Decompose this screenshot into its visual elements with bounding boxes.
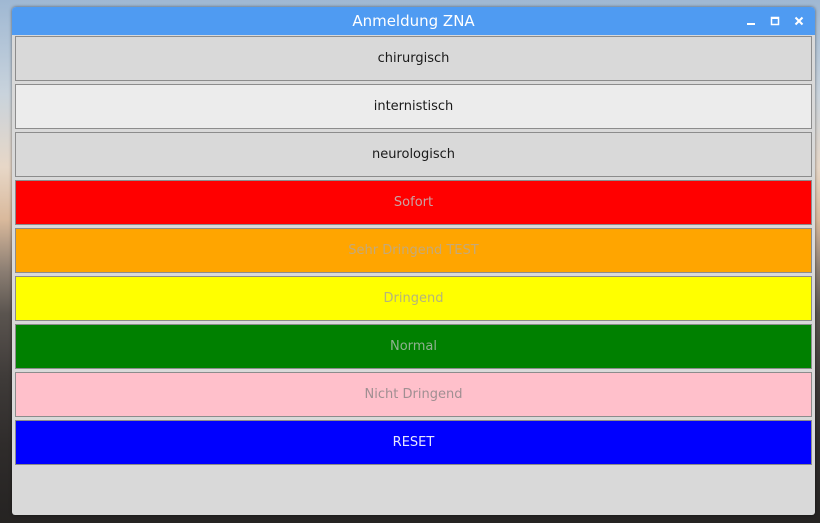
internistisch-button[interactable]: internistisch xyxy=(15,84,812,129)
app-window: Anmeldung ZNA chirurgisch internistisch … xyxy=(12,7,815,515)
nicht-dringend-label: Nicht Dringend xyxy=(364,387,463,402)
close-button[interactable] xyxy=(791,13,807,29)
minimize-icon xyxy=(747,23,755,25)
maximize-button[interactable] xyxy=(767,13,783,29)
window-title: Anmeldung ZNA xyxy=(352,12,475,30)
close-icon xyxy=(794,16,804,26)
sofort-button[interactable]: Sofort xyxy=(15,180,812,225)
reset-button[interactable]: RESET xyxy=(15,420,812,465)
maximize-icon xyxy=(770,16,780,26)
reset-label: RESET xyxy=(392,435,435,450)
title-bar[interactable]: Anmeldung ZNA xyxy=(12,7,815,35)
sofort-label: Sofort xyxy=(393,195,434,210)
normal-label: Normal xyxy=(389,339,438,354)
neurologisch-label: neurologisch xyxy=(371,147,456,162)
dringend-button[interactable]: Dringend xyxy=(15,276,812,321)
normal-button[interactable]: Normal xyxy=(15,324,812,369)
nicht-dringend-button[interactable]: Nicht Dringend xyxy=(15,372,812,417)
sehr-dringend-button[interactable]: Sehr Dringend TEST xyxy=(15,228,812,273)
chirurgisch-label: chirurgisch xyxy=(377,51,450,66)
desktop-background: Anmeldung ZNA chirurgisch internistisch … xyxy=(0,0,820,523)
chirurgisch-button[interactable]: chirurgisch xyxy=(15,36,812,81)
minimize-button[interactable] xyxy=(743,13,759,29)
sehr-dringend-label: Sehr Dringend TEST xyxy=(348,243,479,258)
dringend-label: Dringend xyxy=(383,291,444,306)
neurologisch-button[interactable]: neurologisch xyxy=(15,132,812,177)
internistisch-label: internistisch xyxy=(373,99,454,114)
